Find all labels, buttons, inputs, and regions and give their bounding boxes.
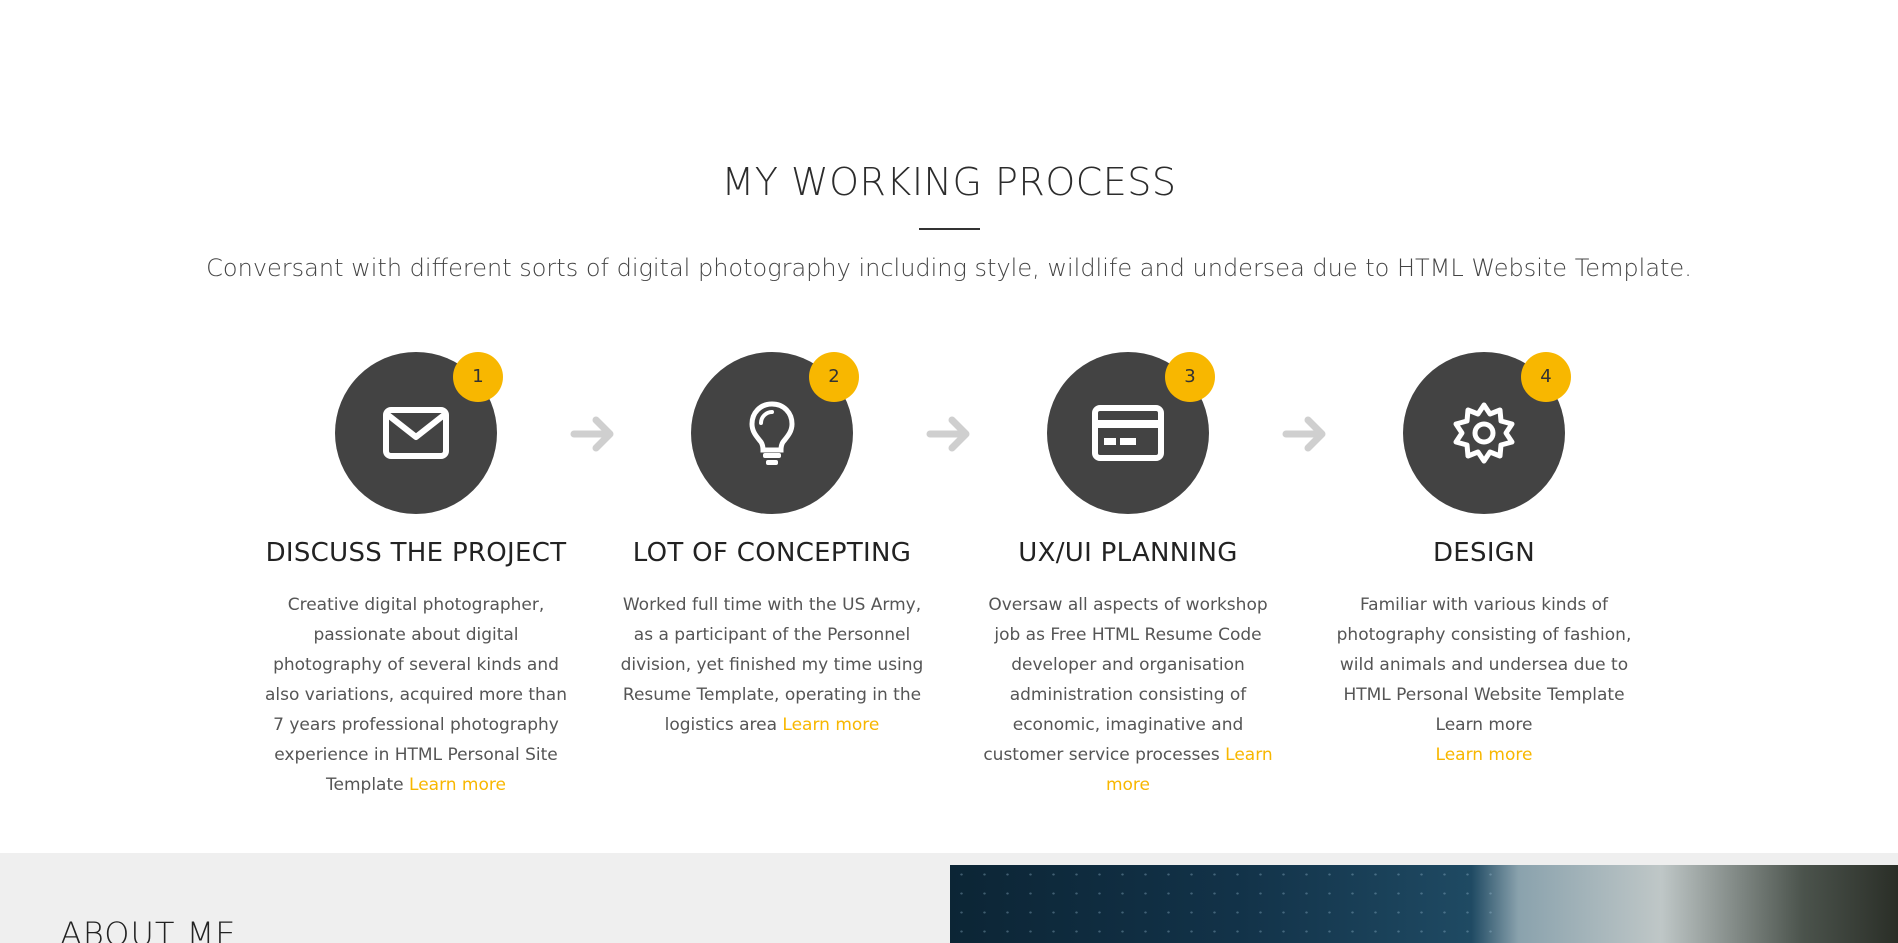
step-text: Worked full time with the US Army, as a … xyxy=(620,595,924,735)
step-number-badge: 4 xyxy=(1521,352,1571,402)
step-number-badge: 2 xyxy=(809,352,859,402)
step-description: Worked full time with the US Army, as a … xyxy=(617,590,927,740)
section-title: MY WORKING PROCESS xyxy=(721,160,1177,204)
step-title: DISCUSS THE PROJECT xyxy=(265,538,567,568)
working-process-section: MY WORKING PROCESS Conversant with diffe… xyxy=(0,0,1898,853)
gear-icon xyxy=(1453,402,1515,464)
learn-more-link[interactable]: Learn more xyxy=(1436,745,1533,765)
step-description: Oversaw all aspects of workshop job as F… xyxy=(973,590,1283,800)
step-number-badge: 3 xyxy=(1165,352,1215,402)
lightbulb-icon xyxy=(749,401,795,465)
credit-card-icon xyxy=(1092,405,1164,461)
step-description: Familiar with various kinds of photograp… xyxy=(1329,590,1639,770)
envelope-icon xyxy=(383,407,449,459)
about-photo xyxy=(950,865,1898,943)
step-text: Familiar with various kinds of photograp… xyxy=(1336,595,1632,735)
arrow-right-icon xyxy=(570,416,614,452)
step-number-badge: 1 xyxy=(453,352,503,402)
arrow-right-icon xyxy=(926,416,970,452)
arrow-right-icon xyxy=(1282,416,1326,452)
learn-more-link[interactable]: Learn more xyxy=(782,715,879,735)
photo-texture xyxy=(950,865,1510,943)
step-description: Creative digital photographer, passionat… xyxy=(261,590,571,800)
step-title: DESIGN xyxy=(1432,538,1536,568)
about-section: ABOUT ME xyxy=(0,853,1898,943)
about-title: ABOUT ME xyxy=(60,915,237,943)
step-text: Oversaw all aspects of workshop job as F… xyxy=(983,595,1268,765)
learn-more-link[interactable]: Learn more xyxy=(409,775,506,795)
step-title: LOT OF CONCEPTING xyxy=(632,538,912,568)
section-subtitle: Conversant with different sorts of digit… xyxy=(206,254,1692,282)
step-title: UX/UI PLANNING xyxy=(1018,538,1238,568)
step-text: Creative digital photographer, passionat… xyxy=(264,595,568,795)
page: MY WORKING PROCESS Conversant with diffe… xyxy=(0,0,1898,943)
title-divider xyxy=(919,228,980,230)
